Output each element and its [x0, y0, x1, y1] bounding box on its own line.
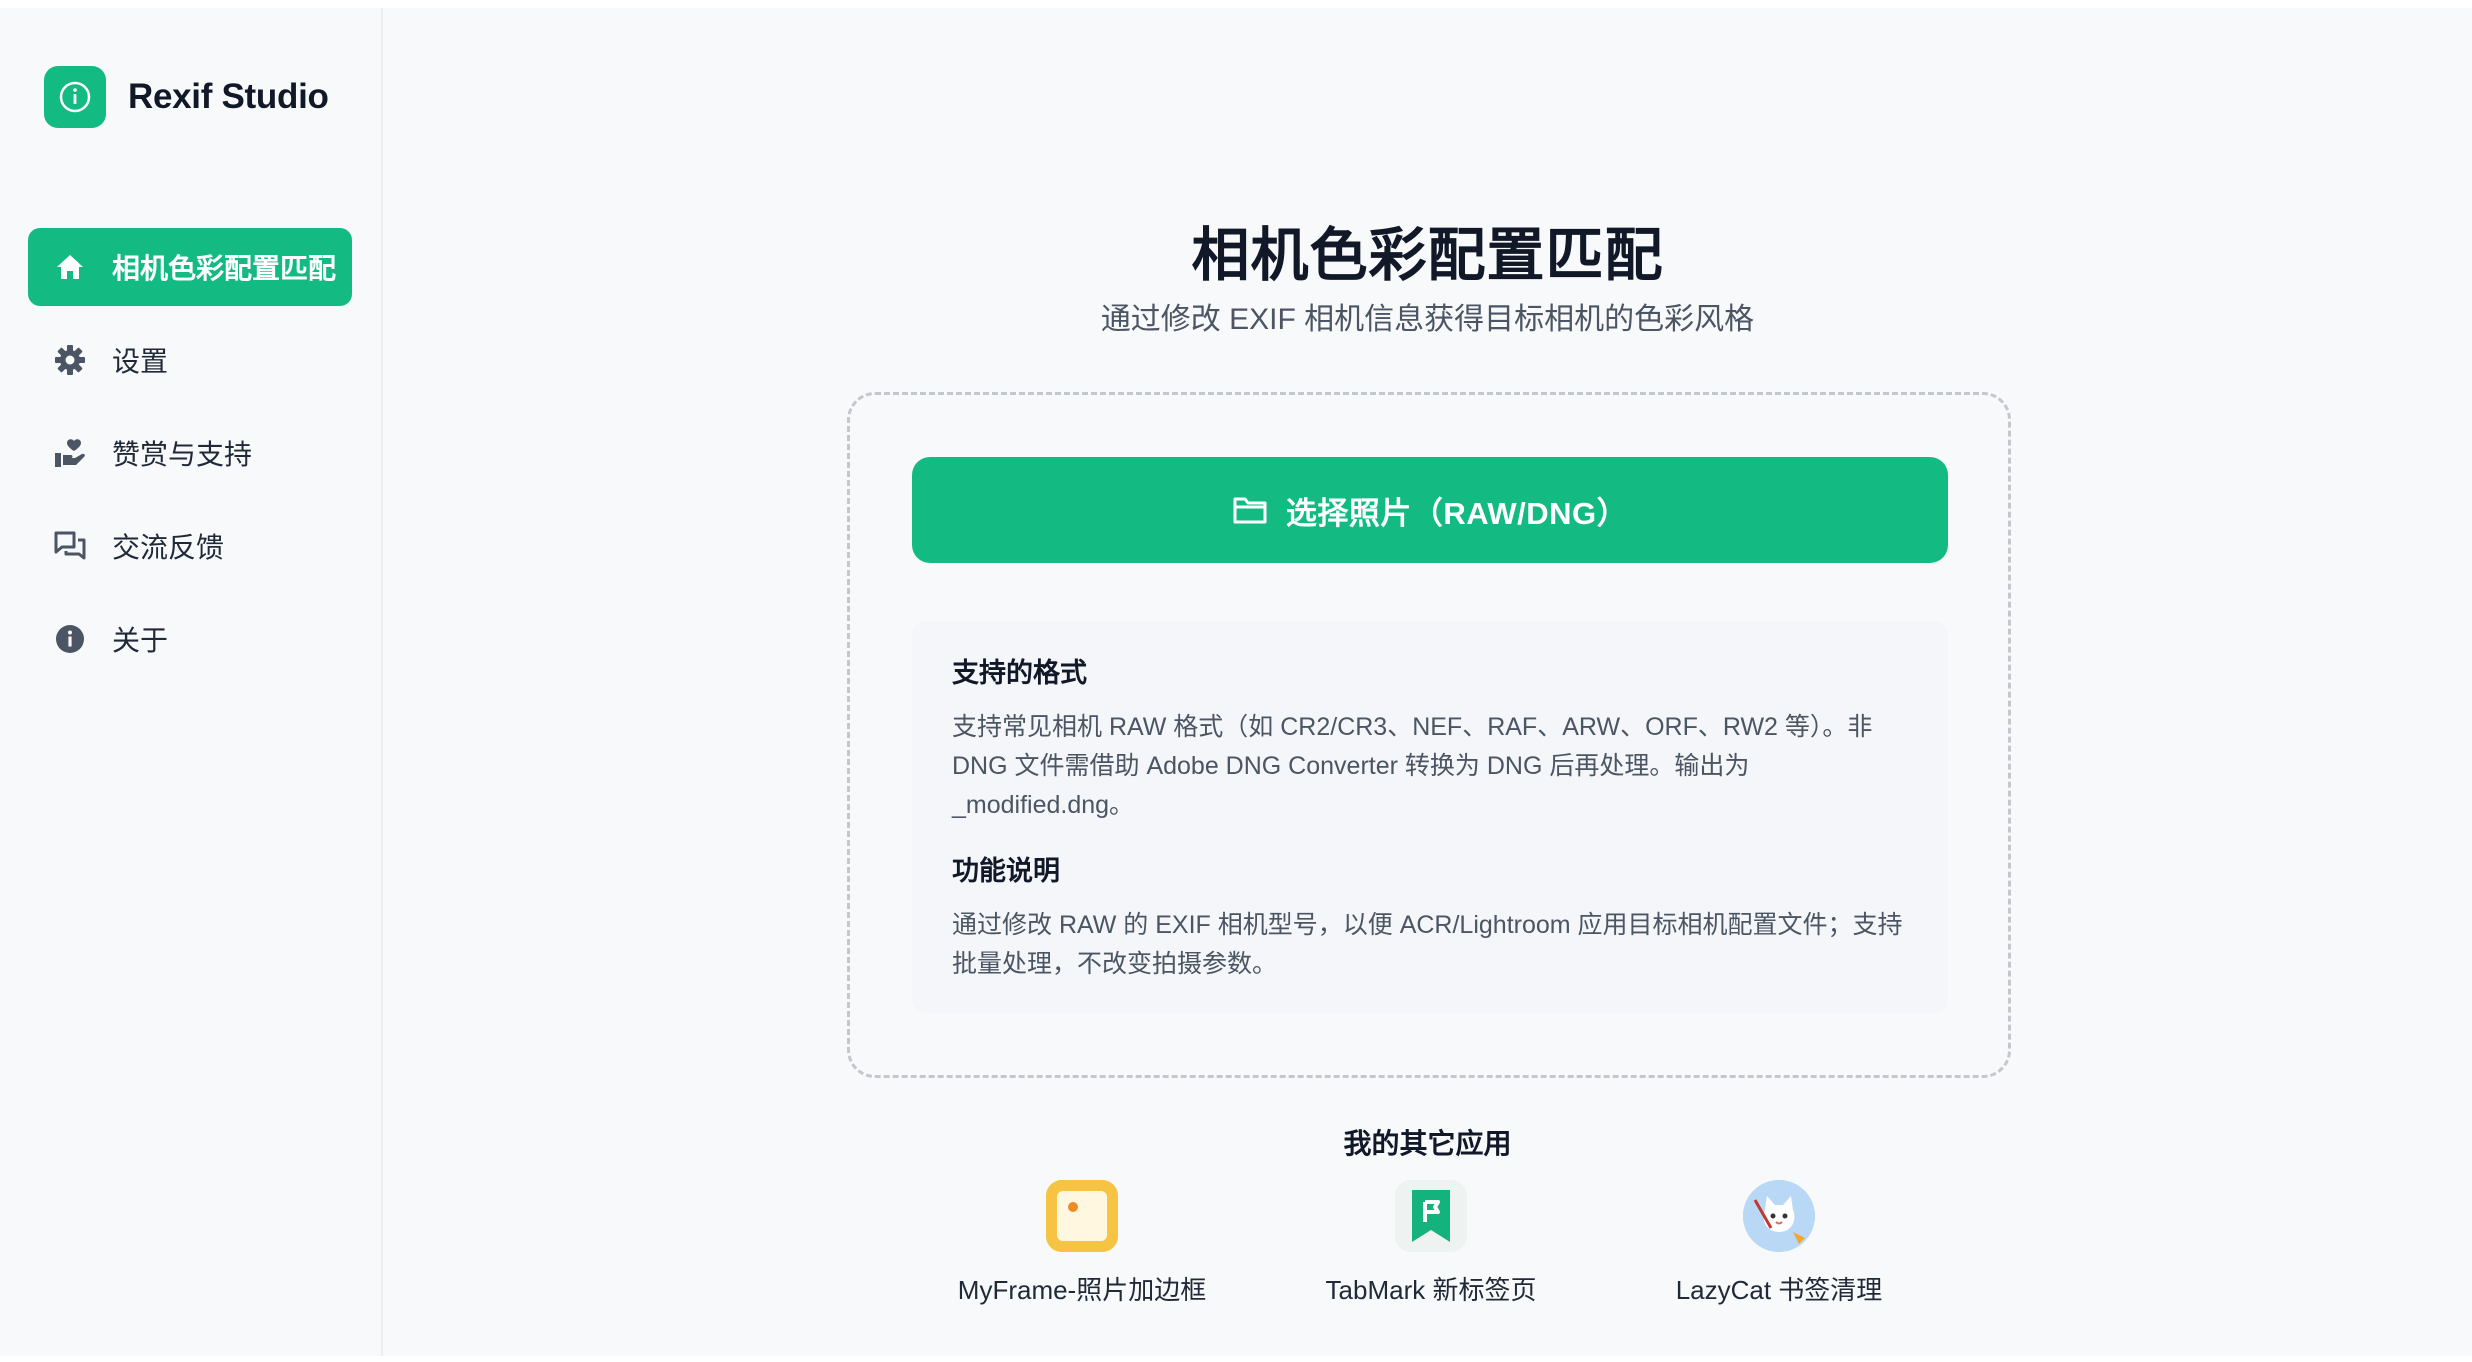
sidebar-item-label: 关于 [112, 625, 169, 656]
info-circle-icon [44, 66, 106, 128]
cat-icon [1743, 1180, 1815, 1252]
app-label: TabMark 新标签页 [1325, 1275, 1537, 1305]
app-label: MyFrame-照片加边框 [957, 1275, 1207, 1305]
folder-icon [1232, 491, 1270, 529]
info-icon [52, 621, 88, 657]
formats-heading: 支持的格式 [952, 658, 1087, 688]
page-title: 相机色彩配置匹配 [1191, 223, 1664, 288]
app-tabmark[interactable]: TabMark 新标签页 [1271, 1180, 1591, 1307]
select-photos-label: 选择照片（RAW/DNG） [1285, 495, 1629, 531]
sidebar-item-color-profile-match[interactable]: 相机色彩配置匹配 [28, 228, 352, 306]
select-photos-button[interactable]: 选择照片（RAW/DNG） [912, 457, 1948, 563]
sidebar-item-about[interactable]: 关于 [28, 600, 352, 678]
app-lazycat[interactable]: LazyCat 书签清理 [1619, 1180, 1939, 1307]
sidebar-item-label: 设置 [112, 346, 169, 377]
features-text: 通过修改 RAW 的 EXIF 相机型号，以便 ACR/Lightroom 应用… [952, 911, 1903, 978]
bookmark-icon [1395, 1180, 1467, 1252]
app-myframe[interactable]: MyFrame-照片加边框 [922, 1180, 1242, 1307]
app-label: LazyCat 书签清理 [1675, 1275, 1883, 1305]
home-icon [52, 249, 88, 285]
main-content: 相机色彩配置匹配 通过修改 EXIF 相机信息获得目标相机的色彩风格 选择照片（… [383, 8, 2472, 1356]
sidebar: Rexif Studio 相机色彩配置匹配 设置 赞赏与支持 交流反馈 关于 [0, 8, 383, 1356]
other-apps-title: 我的其它应用 [1343, 1128, 1512, 1159]
app-window: Rexif Studio 相机色彩配置匹配 设置 赞赏与支持 交流反馈 关于 相… [0, 8, 2472, 1356]
formats-text: 支持常见相机 RAW 格式（如 CR2/CR3、NEF、RAF、ARW、ORF、… [952, 713, 1873, 819]
sidebar-item-support[interactable]: 赞赏与支持 [28, 414, 352, 492]
photo-frame-icon [1046, 1180, 1118, 1252]
brand: Rexif Studio [44, 66, 329, 128]
hand-heart-icon [52, 435, 88, 471]
chat-bubbles-icon [52, 528, 88, 564]
sidebar-nav: 相机色彩配置匹配 设置 赞赏与支持 交流反馈 关于 [28, 228, 352, 693]
sidebar-item-settings[interactable]: 设置 [28, 321, 352, 399]
sidebar-item-label: 赞赏与支持 [112, 439, 253, 470]
sidebar-item-feedback[interactable]: 交流反馈 [28, 507, 352, 585]
app-name: Rexif Studio [128, 77, 329, 116]
sidebar-item-label: 交流反馈 [112, 532, 225, 563]
page-subtitle: 通过修改 EXIF 相机信息获得目标相机的色彩风格 [1100, 303, 1755, 336]
sidebar-item-label: 相机色彩配置匹配 [112, 253, 337, 284]
features-heading: 功能说明 [952, 856, 1060, 886]
info-card: 支持的格式 支持常见相机 RAW 格式（如 CR2/CR3、NEF、RAF、AR… [912, 621, 1948, 1013]
gear-icon [52, 342, 88, 378]
photo-drop-zone[interactable]: 选择照片（RAW/DNG） 支持的格式 支持常见相机 RAW 格式（如 CR2/… [847, 392, 2011, 1078]
